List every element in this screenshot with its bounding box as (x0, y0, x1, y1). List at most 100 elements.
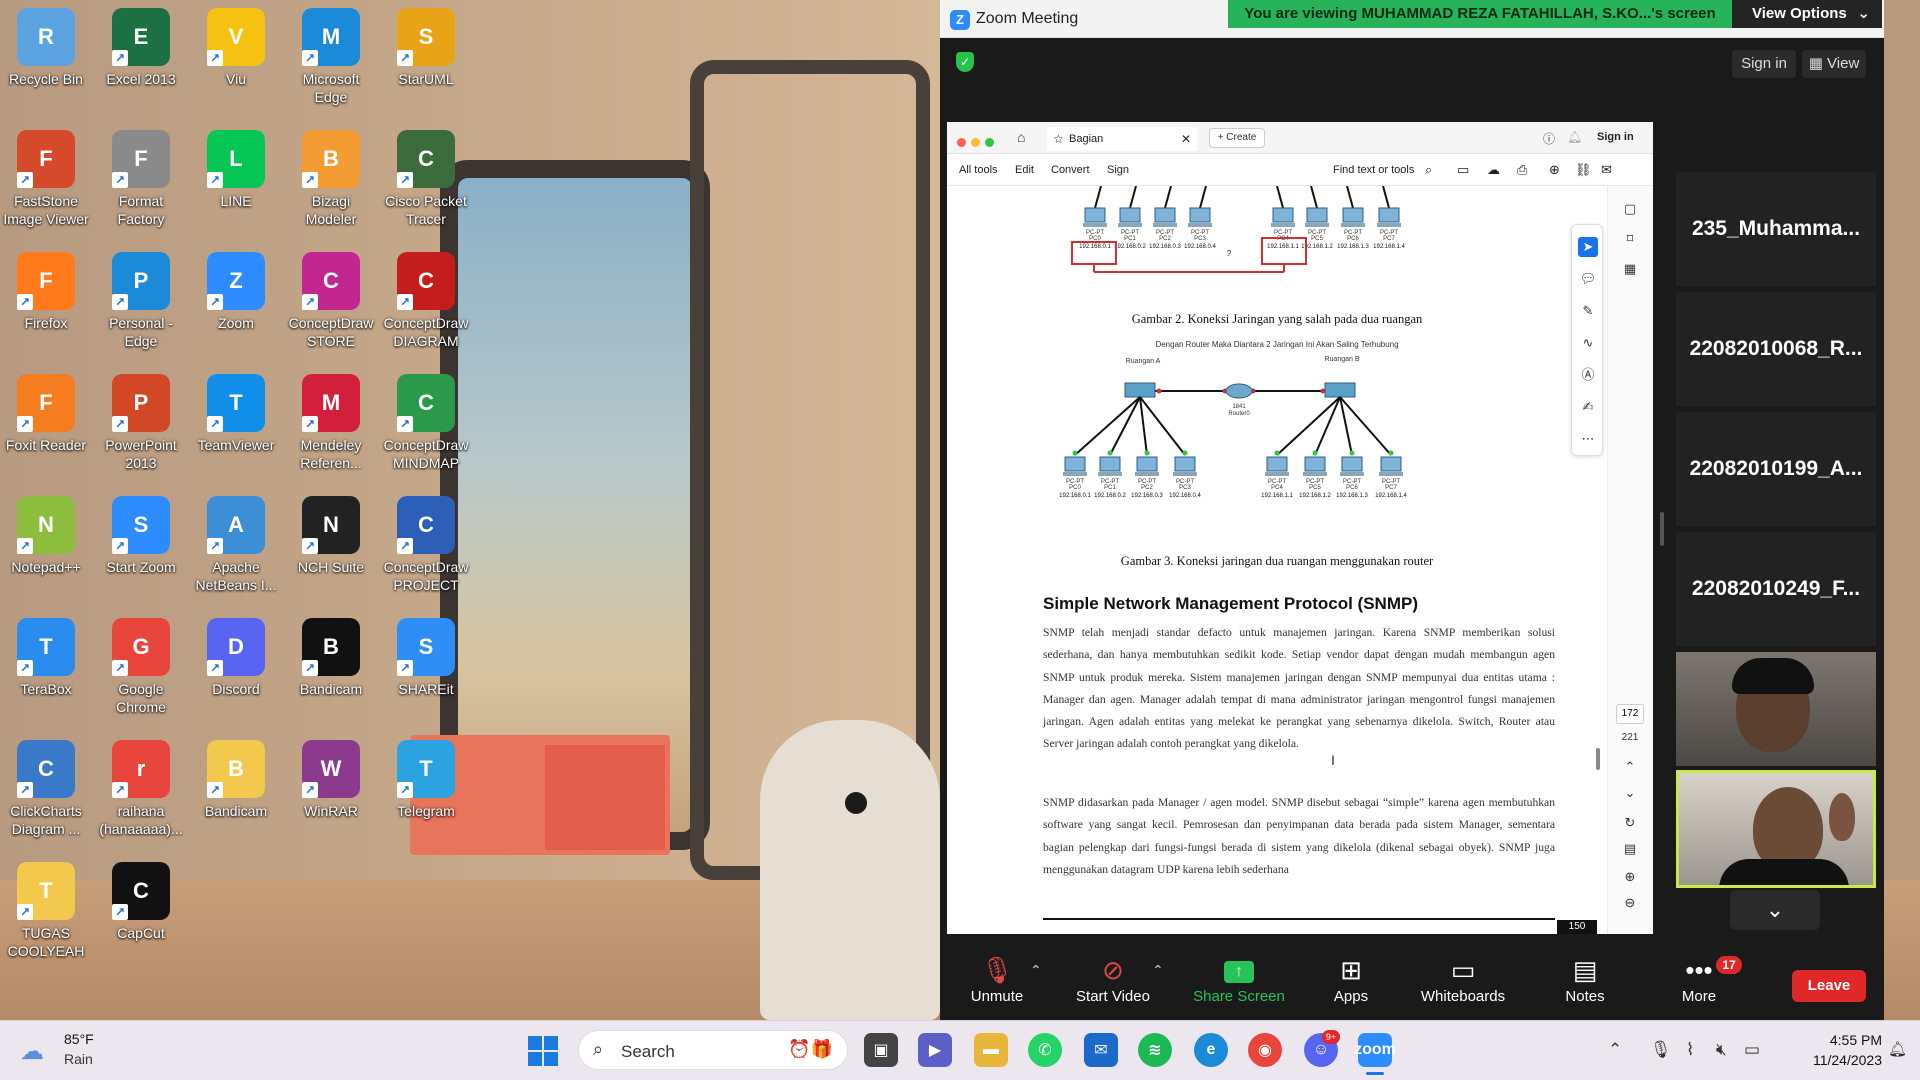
desktop-icon-microsoft-edge[interactable]: M ↗ Microsoft Edge (285, 2, 377, 106)
freehand-draw-icon[interactable]: ∿ (1578, 333, 1598, 353)
bookmark-panel-icon[interactable]: ⌑ (1621, 230, 1639, 248)
email-icon[interactable]: ✉ (1601, 162, 1612, 178)
print-icon[interactable]: ⎙ (1517, 162, 1527, 178)
find-tools-input[interactable]: Find text or tools (1333, 164, 1414, 176)
thumbnails-icon[interactable]: ▦ (1621, 260, 1639, 278)
taskbar-search[interactable]: ⌕ Search ⏰🎁 (578, 1030, 848, 1070)
desktop-icon-cisco-packet-tracer[interactable]: C ↗ Cisco Packet Tracer (380, 124, 472, 228)
edge-taskbar-icon[interactable]: e (1194, 1033, 1228, 1067)
edit-menu[interactable]: Edit (1015, 164, 1034, 176)
sign-menu[interactable]: Sign (1107, 164, 1129, 176)
desktop-icon-conceptdraw-project[interactable]: C ↗ ConceptDraw PROJECT (380, 490, 472, 594)
desktop-icon-google-chrome[interactable]: G ↗ Google Chrome (95, 612, 187, 716)
upload-cloud-icon[interactable]: ☁ (1487, 162, 1500, 178)
desktop-icon-zoom[interactable]: Z ↗ Zoom (190, 246, 282, 332)
participant-tile-1[interactable]: 235_Muhamma... (1676, 172, 1876, 286)
spotify-icon[interactable]: ≋ (1138, 1033, 1172, 1067)
desktop-icon-foxit-reader[interactable]: F ↗ Foxit Reader (0, 368, 92, 454)
notes-button[interactable]: ▤ Notes (1530, 950, 1640, 1020)
desktop-icon-clickcharts-diagram[interactable]: C ↗ ClickCharts Diagram ... (0, 734, 92, 838)
zoom-sign-in-button[interactable]: Sign in (1732, 50, 1796, 78)
battery-icon[interactable]: ▭ (1744, 1040, 1760, 1060)
desktop-icon-teamviewer[interactable]: T ↗ TeamViewer (190, 368, 282, 454)
pdf-sign-in-button[interactable]: Sign in (1597, 131, 1634, 143)
zoom-view-button[interactable]: ▦ View (1802, 50, 1866, 78)
wifi-icon[interactable]: ⌇ (1686, 1040, 1694, 1060)
video-options-chevron[interactable]: ⌃ (1152, 962, 1164, 979)
task-view-icon[interactable]: ▣ (864, 1033, 898, 1067)
desktop-icon-winrar[interactable]: W ↗ WinRAR (285, 734, 377, 820)
volume-muted-icon[interactable]: 🔇︎ (1716, 1040, 1727, 1060)
more-tools-icon[interactable]: ⋯ (1578, 429, 1598, 449)
unmute-button[interactable]: 🎙︎ Unmute (942, 950, 1052, 1020)
desktop-icon-start-zoom[interactable]: S ↗ Start Zoom (95, 490, 187, 576)
text-box-icon[interactable]: Ⓐ (1578, 365, 1598, 385)
notification-bell-icon[interactable]: 🔔︎ (1888, 1040, 1907, 1058)
save-icon[interactable]: ▭ (1457, 162, 1469, 178)
desktop-icon-powerpoint-2013[interactable]: P ↗ PowerPoint 2013 (95, 368, 187, 472)
participant-tile-2[interactable]: 22082010068_R... (1676, 292, 1876, 406)
microphone-tray-icon[interactable]: 🎙︎ (1650, 1040, 1672, 1060)
share-icon[interactable]: ⊕ (1549, 162, 1560, 178)
participant-tile-3[interactable]: 22082010199_A... (1676, 412, 1876, 526)
desktop-icon-recycle-bin[interactable]: R Recycle Bin (0, 2, 92, 88)
chrome-taskbar-icon[interactable]: ◉ (1248, 1033, 1282, 1067)
desktop-icon-conceptdraw-store[interactable]: C ↗ ConceptDraw STORE (285, 246, 377, 350)
desktop-icon-conceptdraw-mindmap[interactable]: C ↗ ConceptDraw MINDMAP (380, 368, 472, 472)
page-up-icon[interactable]: ⌃ (1621, 758, 1639, 776)
share-screen-button[interactable]: ↑ Share Screen (1184, 950, 1294, 1020)
highlight-pen-icon[interactable]: ✎ (1578, 301, 1598, 321)
system-clock[interactable]: 4:55 PM 11/24/2023 (1782, 1030, 1882, 1070)
comment-panel-icon[interactable]: ▢ (1621, 200, 1639, 218)
zoom-out-icon[interactable]: ⊖ (1621, 894, 1639, 912)
home-icon[interactable]: ⌂ (1017, 129, 1025, 145)
comment-add-icon[interactable]: 💬︎ (1578, 269, 1598, 289)
create-button[interactable]: + Create (1209, 128, 1265, 148)
close-tab-icon[interactable]: ✕ (1181, 127, 1191, 151)
desktop-icon-excel-2013[interactable]: E ↗ Excel 2013 (95, 2, 187, 88)
zoom-taskbar-icon[interactable]: zoom (1354, 1033, 1396, 1067)
select-cursor-icon[interactable]: ➤ (1578, 237, 1598, 257)
bell-icon[interactable]: 🔔︎ (1567, 130, 1582, 144)
active-speaker-video[interactable] (1676, 770, 1876, 888)
zoom-in-icon[interactable]: ⊕ (1621, 868, 1639, 886)
rotate-icon[interactable]: ↻ (1621, 814, 1639, 832)
audio-options-chevron[interactable]: ⌃ (1030, 962, 1042, 979)
desktop-icon-mendeley-referen[interactable]: M ↗ Mendeley Referen... (285, 368, 377, 472)
desktop-icon-terabox[interactable]: T ↗ TeraBox (0, 612, 92, 698)
desktop-icon-format-factory[interactable]: F ↗ Format Factory (95, 124, 187, 228)
leave-button[interactable]: Leave (1792, 970, 1866, 1002)
desktop-icon-apache-netbeans-i[interactable]: A ↗ Apache NetBeans I... (190, 490, 282, 594)
panel-resize-handle[interactable] (1660, 512, 1664, 546)
desktop-icon-line[interactable]: L ↗ LINE (190, 124, 282, 210)
tray-overflow-icon[interactable]: ⌃ (1608, 1040, 1622, 1060)
convert-menu[interactable]: Convert (1051, 164, 1090, 176)
desktop-icon-nch-suite[interactable]: N ↗ NCH Suite (285, 490, 377, 576)
desktop-icon-conceptdraw-diagram[interactable]: C ↗ ConceptDraw DIAGRAM (380, 246, 472, 350)
encryption-shield-icon[interactable]: ✓ (956, 52, 974, 72)
desktop-icon-viu[interactable]: V ↗ Viu (190, 2, 282, 88)
page-fit-icon[interactable]: ▤ (1621, 840, 1639, 858)
maximize-dot-icon[interactable] (985, 138, 994, 147)
start-button[interactable] (528, 1036, 558, 1066)
desktop-icon-notepad[interactable]: N ↗ Notepad++ (0, 490, 92, 576)
page-down-icon[interactable]: ⌄ (1621, 784, 1639, 802)
participants-expand-button[interactable]: ⌄ (1730, 890, 1820, 930)
shared-screen[interactable]: ⌂ ☆ Bagian ✕ + Create ⓘ 🔔︎ Sign in All t… (947, 122, 1653, 934)
desktop-icon-faststone-image-viewer[interactable]: F ↗ FastStone Image Viewer (0, 124, 92, 228)
minimize-dot-icon[interactable] (971, 138, 980, 147)
link-icon[interactable]: ⛓ (1575, 162, 1592, 178)
pdf-tab-bagian[interactable]: ☆ Bagian ✕ (1047, 127, 1197, 151)
desktop-icon-personal-edge[interactable]: P ↗ Personal - Edge (95, 246, 187, 350)
start-video-button[interactable]: ⊘ Start Video (1058, 950, 1168, 1020)
search-icon[interactable]: ⌕ (1425, 162, 1432, 178)
desktop-icon-staruml[interactable]: S ↗ StarUML (380, 2, 472, 88)
desktop-icon-telegram[interactable]: T ↗ Telegram (380, 734, 472, 820)
pdf-page[interactable]: PC-PT PC0 192.168.0.1 PC-PT PC1 192.168.0.2 PC… (947, 186, 1607, 934)
whiteboards-button[interactable]: ▭ Whiteboards (1408, 950, 1518, 1020)
help-icon[interactable]: ⓘ (1543, 130, 1555, 147)
desktop-icon-tugas-coolyeah[interactable]: T ↗ TUGAS COOLYEAH (0, 856, 92, 960)
participant-tile-4[interactable]: 22082010249_F... (1676, 532, 1876, 646)
teams-chat-icon[interactable]: ▶ (918, 1033, 952, 1067)
desktop-icon-firefox[interactable]: F ↗ Firefox (0, 246, 92, 332)
